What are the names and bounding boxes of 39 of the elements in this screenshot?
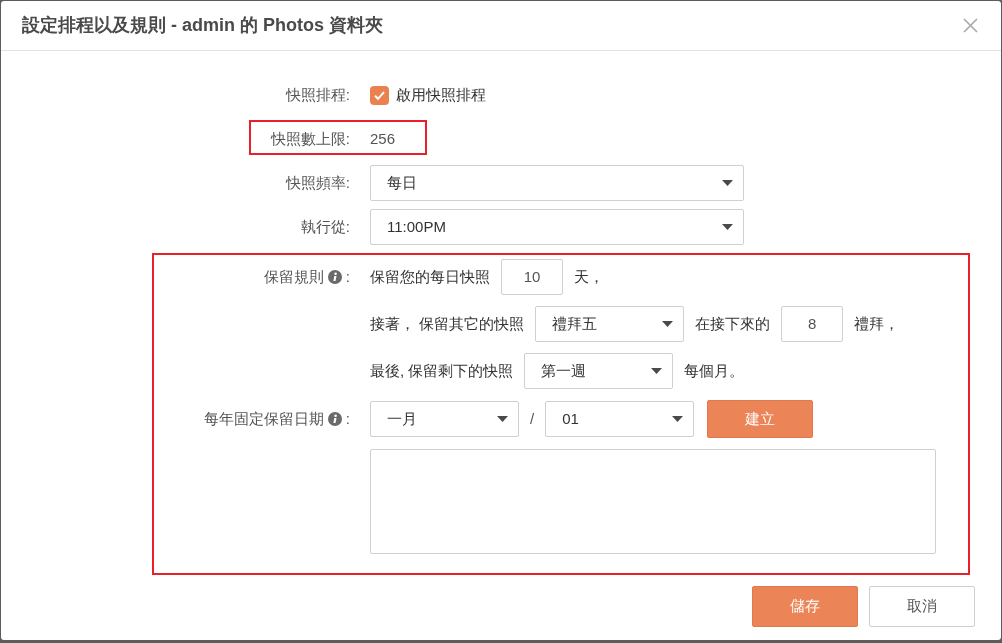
dropdown[interactable]: 一月	[370, 401, 519, 437]
close-icon[interactable]	[963, 18, 978, 33]
list-box[interactable]	[370, 449, 936, 554]
dialog-title: 設定排程以及規則 - admin 的 Photos 資料夾	[22, 14, 383, 37]
label-colon: :	[345, 408, 350, 429]
info-icon	[327, 270, 342, 284]
number-field[interactable]: 8	[781, 306, 844, 342]
limit-value: 256	[370, 128, 396, 149]
checkbox[interactable]	[370, 85, 389, 105]
info-icon	[327, 412, 342, 426]
caret-icon	[722, 180, 733, 186]
dropdown[interactable]: 01	[545, 401, 695, 437]
caret-icon	[662, 321, 674, 327]
rule-text: 接著， 保留其它的快照	[370, 313, 525, 334]
field-label: 快照頻率:	[285, 172, 350, 193]
field-label: 快照數上限:	[270, 128, 350, 149]
caret-icon	[722, 224, 733, 230]
caret-icon	[497, 416, 508, 422]
dropdown[interactable]: 第一週	[524, 353, 674, 389]
rule-text: 每個月。	[684, 360, 745, 381]
checkbox-label: 啟用快照排程	[396, 84, 486, 105]
field-label: 執行從:	[300, 216, 350, 237]
dropdown[interactable]: 11:00PM	[370, 209, 744, 245]
rule-text: 天，	[574, 266, 604, 287]
field-label: 每年固定保留日期	[203, 408, 324, 429]
dropdown[interactable]: 每日	[370, 165, 744, 201]
number-field[interactable]: 10	[501, 259, 563, 295]
field-label: 快照排程:	[285, 84, 350, 105]
cancel-button[interactable]: 取消	[869, 586, 975, 627]
date-separator: /	[529, 408, 536, 429]
rule-text: 禮拜，	[854, 313, 900, 334]
rule-text: 最後, 保留剩下的快照	[370, 360, 514, 381]
label-colon: :	[345, 266, 350, 287]
rule-text: 在接下來的	[695, 313, 771, 334]
field-label: 保留規則	[263, 266, 324, 287]
caret-icon	[651, 368, 663, 374]
caret-icon	[672, 416, 684, 422]
dropdown[interactable]: 禮拜五	[535, 306, 685, 342]
rule-text: 保留您的每日快照	[370, 266, 490, 287]
